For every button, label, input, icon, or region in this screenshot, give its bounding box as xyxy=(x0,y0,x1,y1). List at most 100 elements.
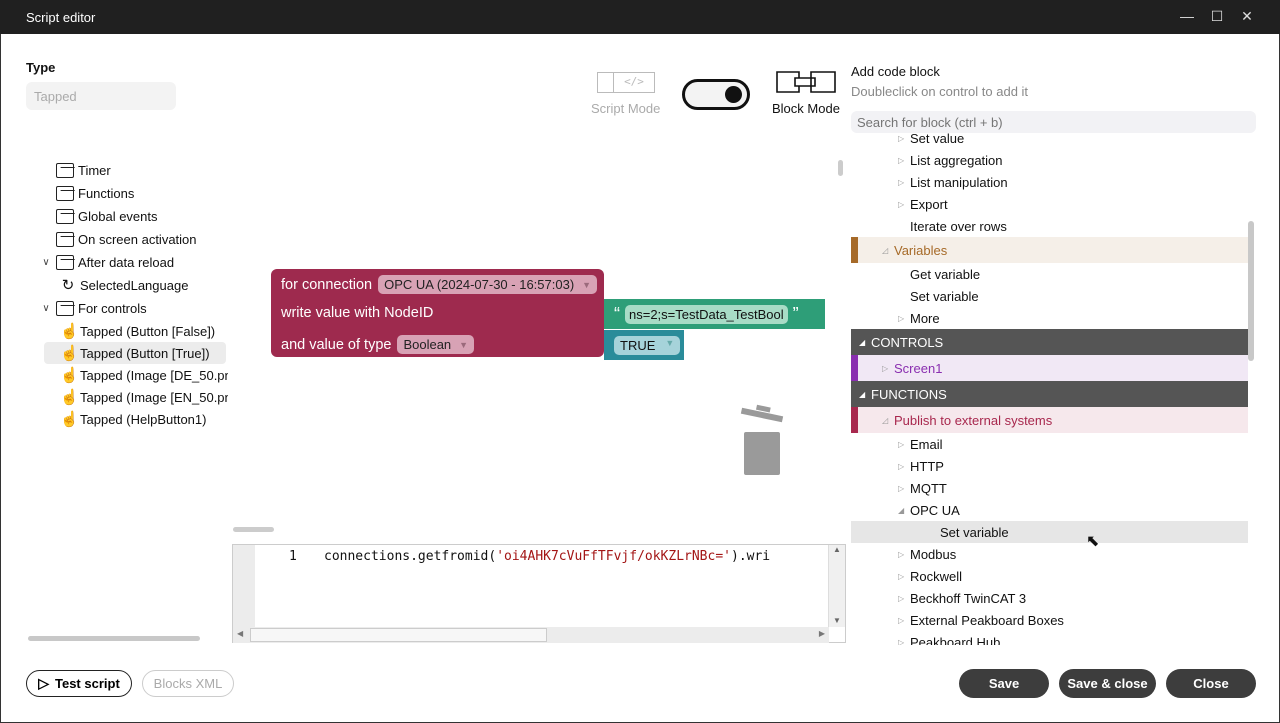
block-list-item[interactable]: ◿ Variables xyxy=(851,237,1248,263)
expand-arrow-icon[interactable]: ◢ xyxy=(859,338,869,347)
tree-item[interactable]: Timer xyxy=(40,159,111,181)
code-line[interactable]: connections.getfromid('oi4AHK7cVuFfTFvjf… xyxy=(324,549,829,564)
block-list-scrollbar[interactable] xyxy=(1248,221,1254,361)
close-button[interactable]: Close xyxy=(1166,669,1256,698)
block-list-item[interactable]: ▷ More xyxy=(851,307,1248,329)
block-list-item[interactable]: ▷ List manipulation xyxy=(851,171,1248,193)
tree-item[interactable]: ☝ Tapped (Button [True]) xyxy=(44,342,226,364)
expand-arrow-icon[interactable]: ◢ xyxy=(898,506,908,515)
expand-arrow-icon[interactable]: ▷ xyxy=(898,440,908,449)
code-editor[interactable]: 1 connections.getfromid('oi4AHK7cVuFfTFv… xyxy=(232,544,846,643)
tree-item[interactable]: ☝ Tapped (HelpButton1) xyxy=(44,408,206,428)
tree-item[interactable]: ☝Tapped (Image [EN_50.png]) xyxy=(44,386,228,408)
expand-arrow-icon[interactable]: ◿ xyxy=(882,246,892,255)
tree-item[interactable]: Functions xyxy=(40,182,134,204)
block-list-item[interactable]: Set variable xyxy=(851,285,1248,307)
block-list-item[interactable]: ◿ Publish to external systems xyxy=(851,407,1248,433)
save-button[interactable]: Save xyxy=(959,669,1049,698)
block-list-item[interactable]: ▷ HTTP xyxy=(851,455,1248,477)
trash-icon[interactable] xyxy=(740,404,786,476)
expand-arrow-icon[interactable]: ▷ xyxy=(898,178,908,187)
tree-item[interactable]: ☝ Tapped (Button [False]) xyxy=(44,320,215,342)
block-search-input[interactable] xyxy=(851,111,1256,133)
block-list-label: Beckhoff TwinCAT 3 xyxy=(910,590,1027,606)
blocks-xml-button[interactable]: Blocks XML xyxy=(142,670,234,697)
canvas-horizontal-scrollbar[interactable] xyxy=(233,527,274,532)
tree-item[interactable]: ☝Tapped (Image [DE_50.png]) xyxy=(44,364,228,386)
type-field[interactable] xyxy=(26,82,176,110)
expand-arrow-icon[interactable]: ◢ xyxy=(859,390,869,399)
chevron-down-icon[interactable]: ∨ xyxy=(40,303,52,314)
code-vertical-scrollbar[interactable]: ▲ ▼ xyxy=(828,545,845,627)
block-list-item[interactable]: Set variable xyxy=(851,521,1248,543)
block-list-item[interactable]: Iterate over rows xyxy=(851,215,1248,237)
tree-item-label: Tapped (Button [True]) xyxy=(80,345,210,361)
block-list-item[interactable]: ◢ OPC UA xyxy=(851,499,1248,521)
block-list-item[interactable]: ▷ Modbus xyxy=(851,543,1248,565)
dropdown-arrow-icon: ▼ xyxy=(459,339,469,350)
block-list-item[interactable]: ▷ Set value xyxy=(851,133,1248,149)
close-window-button[interactable]: ✕ xyxy=(1238,8,1256,26)
tree-item[interactable]: ∨ After data reload xyxy=(40,251,174,273)
script-mode-icon[interactable]: </> xyxy=(597,72,655,93)
tree-horizontal-scrollbar[interactable] xyxy=(28,636,200,641)
canvas-vertical-scrollbar[interactable] xyxy=(838,160,843,176)
code-horizontal-scrollbar[interactable]: ◀ ▶ xyxy=(233,627,829,643)
expand-arrow-icon[interactable]: ▷ xyxy=(898,484,908,493)
connection-dropdown[interactable]: OPC UA (2024-07-30 - 16:57:03) ▼ xyxy=(378,275,598,294)
minimize-button[interactable]: — xyxy=(1178,8,1196,26)
block-list-item[interactable]: ▷ Screen1 xyxy=(851,355,1248,381)
boolean-block[interactable]: TRUE ▼ xyxy=(604,330,684,360)
expand-arrow-icon[interactable]: ▷ xyxy=(898,156,908,165)
expand-arrow-icon[interactable]: ▷ xyxy=(898,462,908,471)
expand-arrow-icon[interactable]: ▷ xyxy=(898,638,908,646)
boolean-dropdown[interactable]: TRUE ▼ xyxy=(614,335,681,355)
value-type-dropdown[interactable]: Boolean ▼ xyxy=(397,335,475,354)
expand-arrow-icon[interactable]: ▷ xyxy=(898,200,908,209)
expand-arrow-icon[interactable]: ▷ xyxy=(898,550,908,559)
block-list-label: Screen1 xyxy=(894,360,943,376)
block-list-item[interactable]: Get variable xyxy=(851,263,1248,285)
block-list-label: Set variable xyxy=(910,288,979,304)
mode-toggle[interactable] xyxy=(682,79,750,110)
expand-arrow-icon[interactable]: ▷ xyxy=(898,134,908,143)
test-script-label: Test script xyxy=(55,676,120,691)
block-mode-label[interactable]: Block Mode xyxy=(772,101,840,116)
text-block[interactable]: “ ns=2;s=TestData_TestBool ” xyxy=(604,299,825,329)
block-list-item[interactable]: ▷ Peakboard Hub xyxy=(851,631,1248,646)
block-list-item[interactable]: ▷ List aggregation xyxy=(851,149,1248,171)
nodeid-input[interactable]: ns=2;s=TestData_TestBool xyxy=(625,304,788,324)
hand-pointer-icon: ☝ xyxy=(60,389,79,406)
block-list-item[interactable]: ▷ Beckhoff TwinCAT 3 xyxy=(851,587,1248,609)
expand-arrow-icon[interactable]: ▷ xyxy=(898,616,908,625)
test-script-button[interactable]: ▷ Test script xyxy=(26,670,132,697)
block-list-item[interactable]: ▷ Rockwell xyxy=(851,565,1248,587)
block-list-item[interactable]: ▷ MQTT xyxy=(851,477,1248,499)
save-close-button[interactable]: Save & close xyxy=(1059,669,1156,698)
script-mode-label[interactable]: Script Mode xyxy=(591,101,660,116)
category-header[interactable]: ◢ FUNCTIONS xyxy=(851,381,1248,407)
code-text: connections.getfromid( xyxy=(324,549,497,564)
block-list-label: OPC UA xyxy=(910,502,960,518)
chevron-down-icon[interactable]: ∨ xyxy=(40,257,52,268)
nodeid-label: write value with NodeID xyxy=(281,305,434,321)
block-list-item[interactable]: ▷ Export xyxy=(851,193,1248,215)
opcua-set-variable-block[interactable]: for connection OPC UA (2024-07-30 - 16:5… xyxy=(271,269,604,357)
block-list-item[interactable]: ▷ External Peakboard Boxes xyxy=(851,609,1248,631)
expand-arrow-icon[interactable]: ▷ xyxy=(898,314,908,323)
expand-arrow-icon[interactable]: ◿ xyxy=(882,416,892,425)
expand-arrow-icon[interactable]: ▷ xyxy=(898,594,908,603)
category-header[interactable]: ◢ CONTROLS xyxy=(851,329,1248,355)
tree-item[interactable]: ∨ For controls xyxy=(40,297,147,319)
block-mode-icon[interactable] xyxy=(776,71,836,93)
tree-item[interactable]: ↻ SelectedLanguage xyxy=(44,274,189,296)
maximize-button[interactable]: ☐ xyxy=(1208,8,1226,26)
hand-pointer-icon: ☝ xyxy=(60,411,79,428)
expand-arrow-icon[interactable]: ▷ xyxy=(882,364,892,373)
block-list-label: Peakboard Hub xyxy=(910,634,1001,646)
toggle-knob xyxy=(725,86,742,103)
expand-arrow-icon[interactable]: ▷ xyxy=(898,572,908,581)
tree-item[interactable]: On screen activation xyxy=(40,228,197,250)
tree-item[interactable]: Global events xyxy=(40,205,158,227)
block-list-item[interactable]: ▷ Email xyxy=(851,433,1248,455)
